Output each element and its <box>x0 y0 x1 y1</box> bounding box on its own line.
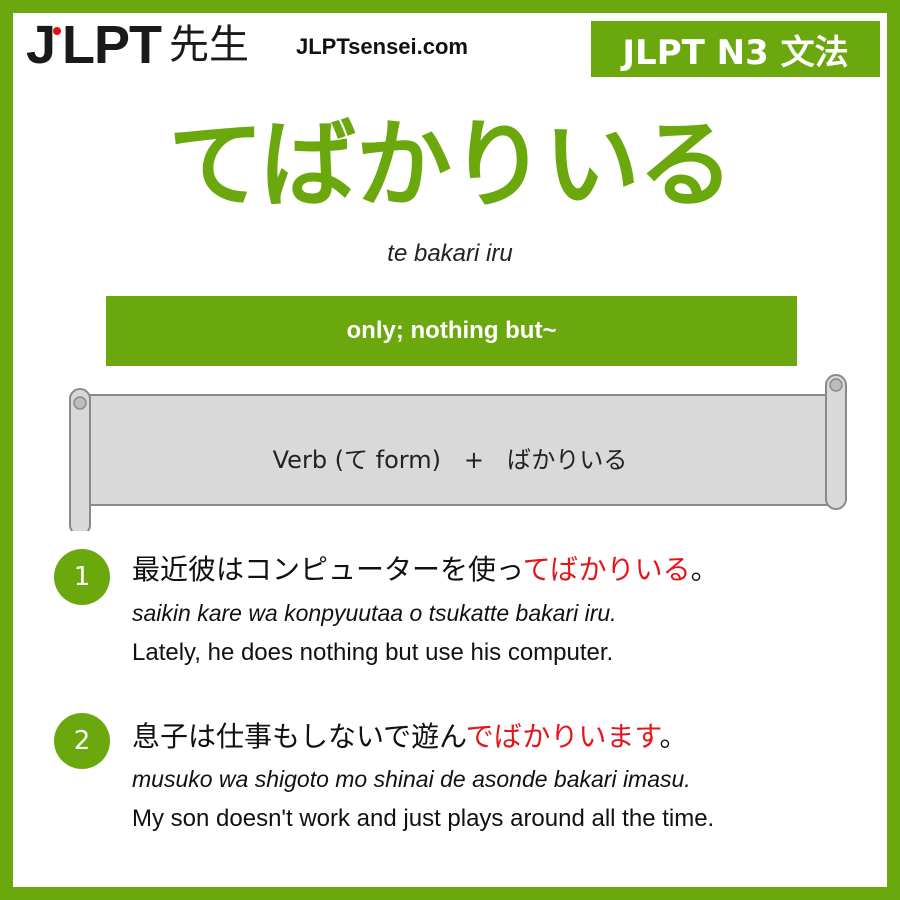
example-1-japanese: 最近彼はコンピューターを使ってばかりいる。 <box>132 548 719 588</box>
grammar-romaji: te bakari iru <box>387 240 513 267</box>
example-2-jp-after: 。 <box>659 720 688 753</box>
example-2-english: My son doesn't work and just plays aroun… <box>132 805 715 832</box>
level-badge: JLPT N3 文法 <box>591 21 880 77</box>
site-url[interactable]: JLPTsensei.com <box>296 34 468 60</box>
meaning-bar: only; nothing but~ <box>106 296 797 366</box>
grammar-title: てばかりいる <box>168 109 734 221</box>
logo-red-dot <box>53 27 62 35</box>
logo-sensei: 先生 <box>169 22 250 68</box>
example-2-romaji: musuko wa shigoto mo shinai de asonde ba… <box>132 766 691 792</box>
example-1-jp-highlight: てばかりいる <box>522 553 691 586</box>
grammar-formula: Verb (て form) + ばかりいる <box>272 446 628 474</box>
example-2-jp-before: 息子は仕事もしないで遊ん <box>132 720 466 753</box>
logo-j: J <box>26 15 56 75</box>
example-number-2: 2 <box>54 713 110 769</box>
example-1-romaji: saikin kare wa konpyuutaa o tsukatte bak… <box>132 600 617 626</box>
meaning-text: only; nothing but~ <box>346 317 557 344</box>
jlptsensei-logo[interactable]: J LPT 先生 <box>26 14 249 76</box>
logo-lpt: LPT <box>62 15 162 75</box>
example-1-jp-after: 。 <box>690 553 719 586</box>
example-1-jp-before: 最近彼はコンピューターを使っ <box>132 553 523 586</box>
example-number-1: 1 <box>54 549 110 605</box>
example-2-jp-highlight: でばかりいます <box>465 720 660 753</box>
example-2-japanese: 息子は仕事もしないで遊んでばかりいます。 <box>132 715 688 755</box>
example-1-english: Lately, he does nothing but use his comp… <box>132 639 614 666</box>
